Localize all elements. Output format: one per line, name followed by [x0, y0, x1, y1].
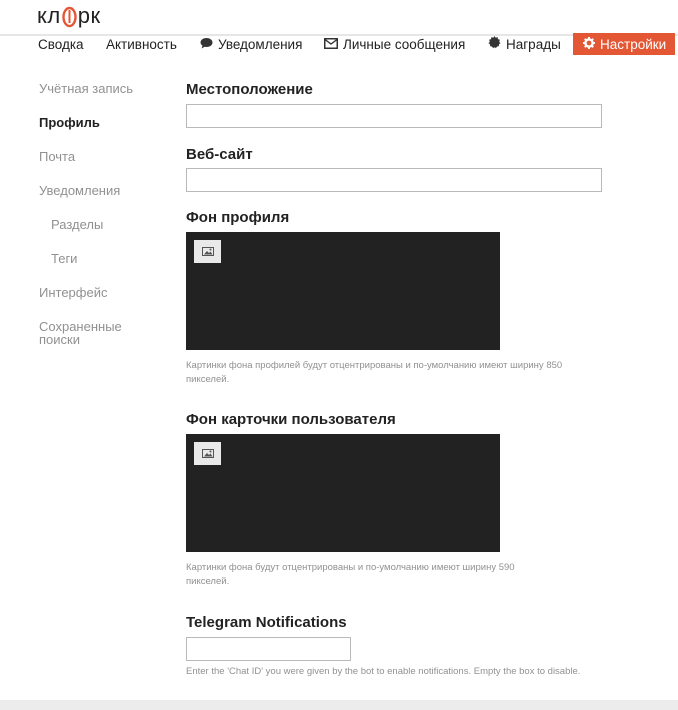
envelope-icon: [324, 37, 338, 52]
profile-background-upload-button[interactable]: [194, 240, 221, 263]
website-input[interactable]: [186, 168, 602, 192]
sidebar-item-interface[interactable]: Интерфейс: [39, 286, 107, 299]
sidebar-item-account[interactable]: Учётная запись: [39, 82, 133, 95]
speech-bubble-icon: [200, 37, 213, 52]
site-header: кл рк: [0, 0, 678, 36]
telegram-label: Telegram Notifications: [186, 614, 347, 631]
nav-notifications[interactable]: Уведомления: [200, 33, 302, 55]
logo-text-end: рк: [77, 3, 101, 28]
nav-preferences-label: Настройки: [600, 36, 667, 52]
picture-icon: [201, 445, 214, 463]
nav-messages[interactable]: Личные сообщения: [324, 33, 465, 55]
card-background-upload-button[interactable]: [194, 442, 221, 465]
nav-summary[interactable]: Сводка: [38, 33, 84, 55]
nav-messages-label: Личные сообщения: [343, 36, 466, 52]
card-background-label: Фон карточки пользователя: [186, 411, 396, 428]
logo-text-start: кл: [37, 3, 61, 28]
sidebar-item-categories[interactable]: Разделы: [51, 218, 103, 231]
sidebar-item-notifications[interactable]: Уведомления: [39, 184, 120, 197]
nav-preferences[interactable]: Настройки: [573, 33, 675, 55]
picture-icon: [201, 243, 214, 261]
sidebar-item-email[interactable]: Почта: [39, 150, 75, 163]
profile-background-hint: Картинки фона профилей будут отцентриров…: [186, 360, 563, 385]
profile-background-label: Фон профиля: [186, 209, 290, 226]
bottom-bar: [0, 700, 678, 710]
nav-summary-label: Сводка: [38, 36, 84, 52]
sidebar-item-profile[interactable]: Профиль: [39, 116, 100, 129]
telegram-chat-id-input[interactable]: [186, 637, 351, 661]
sidebar-item-tags[interactable]: Теги: [51, 252, 77, 265]
gear-icon: [583, 36, 595, 52]
nav-badges-label: Награды: [506, 36, 561, 52]
location-input[interactable]: [186, 104, 602, 128]
card-background-image: [186, 434, 500, 552]
sidebar-item-saved-searches[interactable]: Сохраненные поиски: [39, 320, 149, 346]
profile-background-image: [186, 232, 500, 350]
nav-badges[interactable]: Награды: [488, 33, 561, 55]
nav-notifications-label: Уведомления: [218, 36, 303, 52]
card-background-hint: Картинки фона будут отцентрированы и по-…: [186, 562, 515, 587]
paperclip-icon: [62, 6, 77, 28]
telegram-hint: Enter the 'Chat ID' you were given by th…: [186, 666, 581, 677]
badge-icon: [488, 36, 501, 52]
nav-activity[interactable]: Активность: [106, 33, 177, 55]
site-logo[interactable]: кл рк: [37, 3, 101, 29]
nav-activity-label: Активность: [106, 36, 177, 52]
location-label: Местоположение: [186, 81, 313, 98]
user-nav: Сводка Активность Уведомления Личные соо…: [0, 33, 678, 55]
website-label: Веб-сайт: [186, 146, 253, 163]
